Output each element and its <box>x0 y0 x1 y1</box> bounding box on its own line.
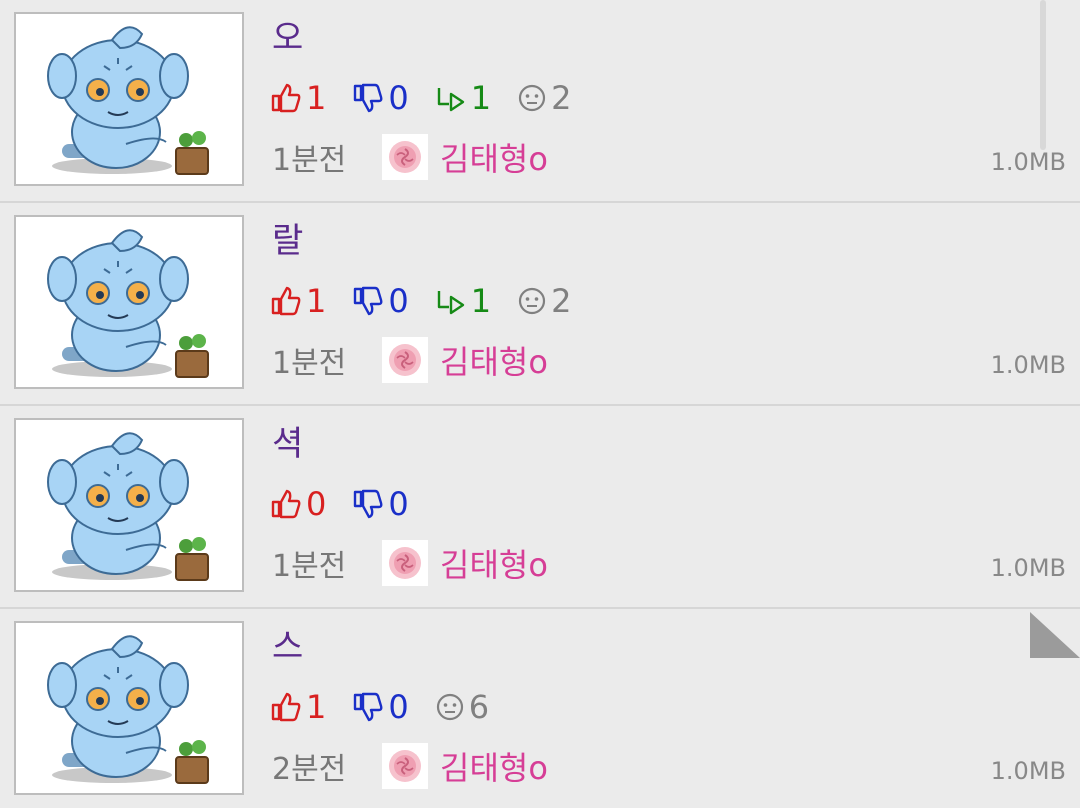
comment-count-value: 6 <box>468 688 490 726</box>
dislike-count: 0 <box>352 484 409 524</box>
post-meta: 1분전 김태형o <box>272 540 548 586</box>
post-time: 1분전 <box>272 549 347 584</box>
post-time: 1분전 <box>272 346 347 381</box>
rose-icon <box>389 547 421 579</box>
smiley-icon <box>518 84 546 112</box>
post-title[interactable]: 오 <box>272 18 303 58</box>
thumbs-up-icon <box>271 83 301 113</box>
avatar[interactable] <box>382 743 428 789</box>
like-count: 1 <box>270 281 326 321</box>
dislike-count: 0 <box>352 687 409 727</box>
thumbs-down-icon <box>354 286 383 316</box>
post-stats: 1 0 6 <box>270 687 515 727</box>
post-time: 1분전 <box>272 143 347 178</box>
rose-icon <box>389 344 421 376</box>
thumbs-up-icon <box>271 489 301 519</box>
rose-icon <box>389 750 421 782</box>
post-row[interactable]: 셕 0 0 1분전 김태형o 1.0MB <box>0 406 1080 609</box>
post-row[interactable]: 오 1 0 1 2 1분전 김태형o 1.0MB <box>0 0 1080 203</box>
dislike-count-value: 0 <box>388 79 409 117</box>
post-stats: 1 0 1 2 <box>270 78 597 118</box>
smiley-icon <box>518 287 546 315</box>
reply-arrow-icon <box>437 291 464 315</box>
post-title[interactable]: 랄 <box>272 221 303 261</box>
dislike-count: 0 <box>352 78 409 118</box>
avatar[interactable] <box>382 337 428 383</box>
post-time: 2분전 <box>272 752 347 787</box>
post-meta: 1분전 김태형o <box>272 337 548 383</box>
rose-icon <box>389 141 421 173</box>
post-title[interactable]: 스 <box>272 627 303 667</box>
comment-count: 2 <box>517 281 571 321</box>
post-list: 오 1 0 1 2 1분전 김태형o 1.0MB 랄 1 0 1 2 1분전 김… <box>0 0 1080 808</box>
thumbs-down-icon <box>354 83 383 113</box>
like-count-value: 0 <box>306 485 327 523</box>
thumbs-up-icon <box>271 692 301 722</box>
avatar[interactable] <box>382 540 428 586</box>
scrollbar[interactable] <box>1040 0 1046 150</box>
reply-arrow-icon <box>437 88 464 112</box>
like-count-value: 1 <box>306 79 327 117</box>
post-thumbnail[interactable] <box>14 12 244 186</box>
thumbs-up-icon <box>271 286 301 316</box>
page-corner-icon <box>1030 612 1080 658</box>
post-stats: 0 0 <box>270 484 435 524</box>
author-name[interactable]: 김태형o <box>440 337 548 383</box>
like-count-value: 1 <box>306 688 327 726</box>
post-title[interactable]: 셕 <box>272 424 303 464</box>
post-row[interactable]: 스 1 0 6 2분전 김태형o 1.0MB <box>0 609 1080 808</box>
reply-count-value: 1 <box>470 79 492 117</box>
file-size: 1.0MB <box>990 351 1066 379</box>
dislike-count-value: 0 <box>388 485 409 523</box>
dislike-count-value: 0 <box>388 688 409 726</box>
post-stats: 1 0 1 2 <box>270 281 597 321</box>
file-size: 1.0MB <box>990 148 1066 176</box>
dislike-count-value: 0 <box>388 282 409 320</box>
file-size: 1.0MB <box>990 554 1066 582</box>
like-count: 0 <box>270 484 326 524</box>
post-thumbnail[interactable] <box>14 621 244 795</box>
dislike-count: 0 <box>352 281 409 321</box>
comment-count-value: 2 <box>551 79 572 117</box>
reply-count: 1 <box>435 281 491 321</box>
comment-count-value: 2 <box>551 282 572 320</box>
avatar[interactable] <box>382 134 428 180</box>
reply-count-value: 1 <box>470 282 492 320</box>
post-thumbnail[interactable] <box>14 418 244 592</box>
file-size: 1.0MB <box>990 757 1066 785</box>
post-thumbnail[interactable] <box>14 215 244 389</box>
like-count: 1 <box>270 78 326 118</box>
like-count-value: 1 <box>306 282 327 320</box>
comment-count: 2 <box>517 78 571 118</box>
post-row[interactable]: 랄 1 0 1 2 1분전 김태형o 1.0MB <box>0 203 1080 406</box>
reply-count: 1 <box>435 78 491 118</box>
author-name[interactable]: 김태형o <box>440 743 548 789</box>
post-meta: 2분전 김태형o <box>272 743 548 789</box>
smiley-icon <box>436 693 463 721</box>
comment-count: 6 <box>435 687 489 727</box>
post-meta: 1분전 김태형o <box>272 134 548 180</box>
like-count: 1 <box>270 687 326 727</box>
thumbs-down-icon <box>354 692 383 722</box>
author-name[interactable]: 김태형o <box>440 540 548 586</box>
thumbs-down-icon <box>354 489 383 519</box>
author-name[interactable]: 김태형o <box>440 134 548 180</box>
